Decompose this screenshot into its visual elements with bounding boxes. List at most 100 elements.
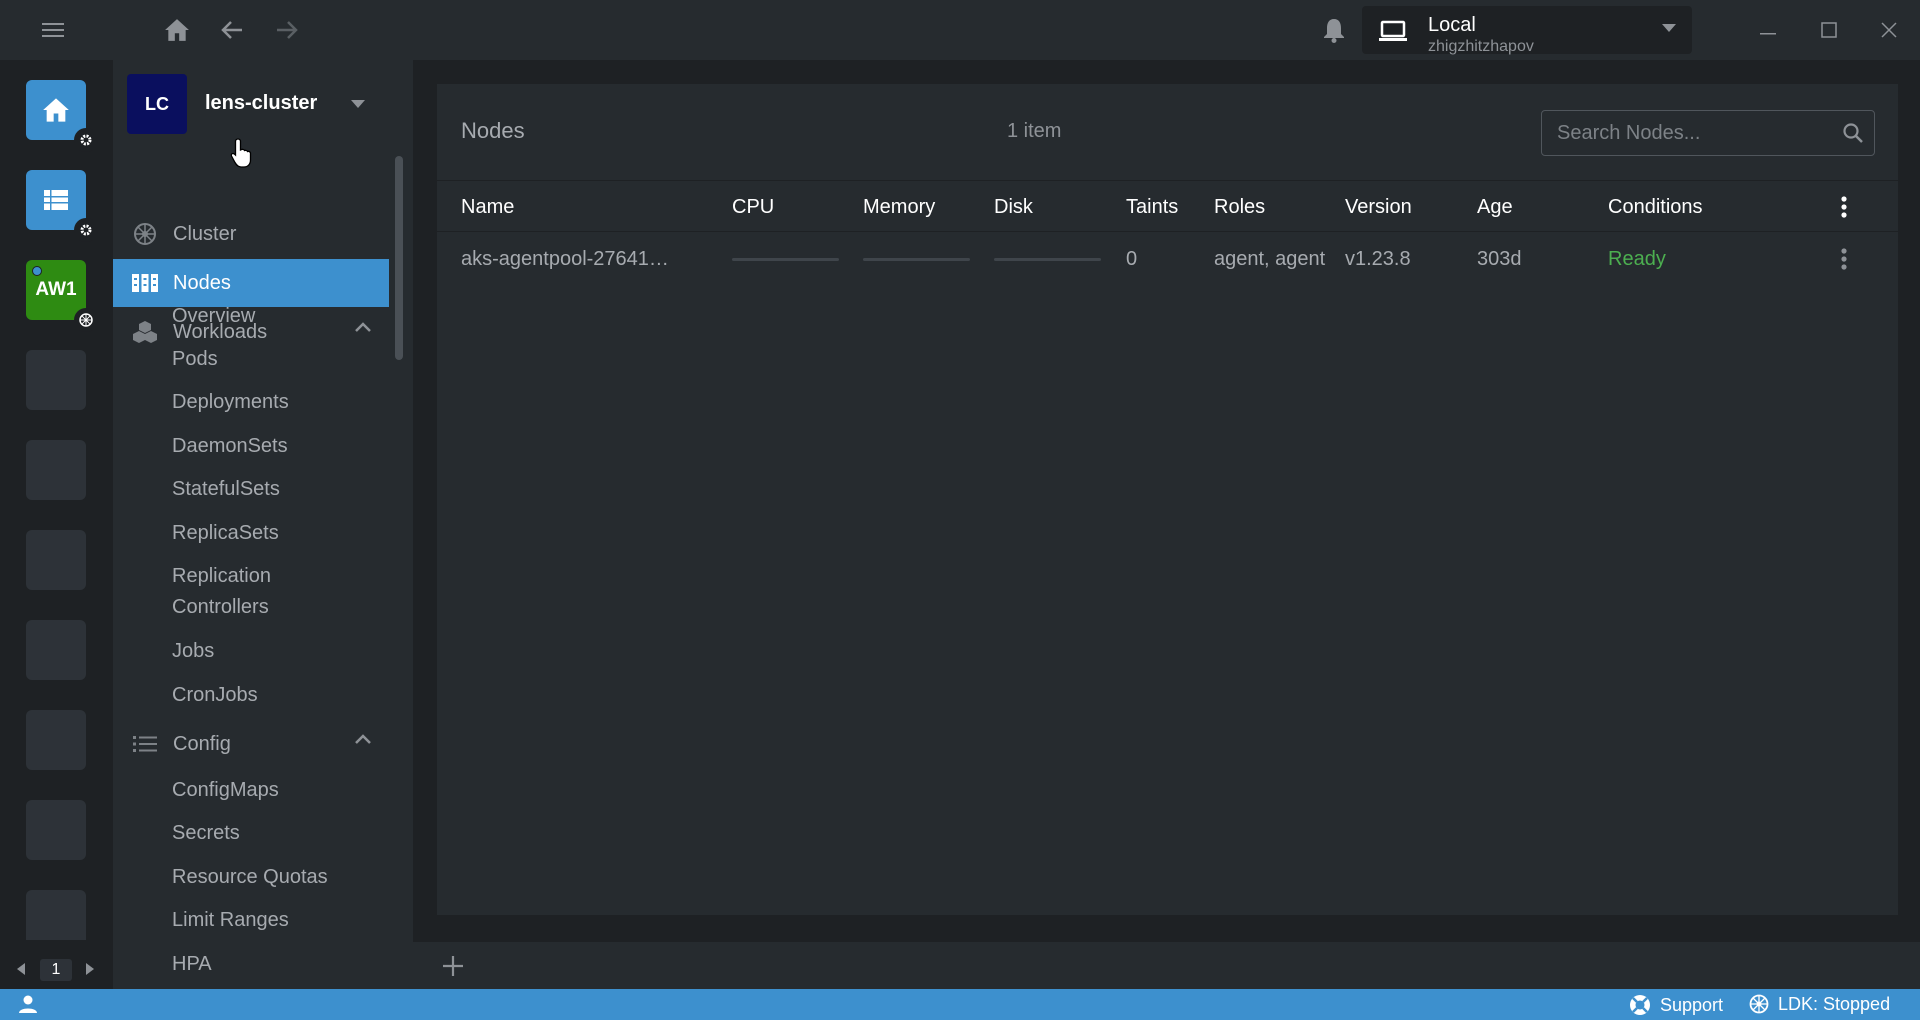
column-header-version[interactable]: Version	[1345, 196, 1412, 219]
plus-icon	[443, 956, 463, 976]
context-subtitle: zhigzhitzhapov	[1428, 38, 1534, 55]
disk-usage-bar	[994, 258, 1101, 261]
column-header-taints[interactable]: Taints	[1126, 196, 1178, 219]
sidebar-item-nodes[interactable]: Nodes	[113, 259, 389, 307]
sidebar: LC lens-cluster Cluster Nodes Workloads …	[113, 60, 413, 989]
sidebar-subitem-deployments[interactable]: Deployments	[172, 387, 372, 418]
gear-icon	[74, 128, 98, 152]
ldk-status-label: LDK: Stopped	[1778, 993, 1891, 1014]
search-input[interactable]	[1542, 111, 1832, 155]
sidebar-subitem-limit-ranges[interactable]: Limit Ranges	[172, 905, 372, 936]
hotbar-empty-slot[interactable]	[26, 440, 86, 500]
sidebar-subitem-secrets[interactable]: Secrets	[172, 818, 372, 849]
caret-down-icon	[1662, 24, 1676, 32]
sidebar-subitem-replicasets[interactable]: ReplicaSets	[172, 518, 372, 549]
hotbar-empty-slot[interactable]	[26, 530, 86, 590]
context-selector[interactable]: Local zhigzhitzhapov	[1362, 6, 1692, 55]
hotbar-empty-slot[interactable]	[26, 620, 86, 680]
sidebar-subitem-resource-quotas[interactable]: Resource Quotas	[172, 862, 372, 893]
sidebar-scrollbar[interactable]	[395, 156, 403, 360]
user-icon[interactable]	[18, 994, 38, 1014]
row-menu-icon[interactable]	[1840, 247, 1848, 271]
list-icon	[44, 190, 68, 210]
sidebar-item-label: Cluster	[173, 222, 237, 245]
node-name: aks-agentpool-27641…	[461, 248, 669, 270]
sidebar-item-label: Config	[173, 732, 231, 755]
column-header-roles[interactable]: Roles	[1214, 196, 1265, 219]
column-header-name[interactable]: Name	[461, 196, 514, 219]
memory-usage-bar	[863, 258, 970, 261]
sidebar-item-label: Nodes	[173, 271, 231, 294]
node-age: 303d	[1477, 248, 1522, 270]
context-title: Local	[1428, 14, 1476, 36]
menu-icon[interactable]	[35, 12, 71, 48]
sidebar-subitem-statefulsets[interactable]: StatefulSets	[172, 474, 372, 505]
hotbar-home[interactable]	[26, 80, 98, 152]
sidebar-item-cluster[interactable]: Cluster	[113, 210, 389, 258]
minimize-window-icon[interactable]	[1750, 12, 1786, 48]
support-link[interactable]: Support	[1628, 993, 1723, 1017]
gear-icon	[74, 218, 98, 242]
node-condition-status: Ready	[1608, 248, 1666, 270]
sidebar-subitem-overview[interactable]: Overview	[172, 301, 372, 332]
page-title: Nodes	[461, 118, 525, 143]
column-header-age[interactable]: Age	[1477, 196, 1513, 219]
sidebar-subitem-daemonsets[interactable]: DaemonSets	[172, 431, 372, 462]
hotbar-empty-slot[interactable]	[26, 800, 86, 860]
home-icon[interactable]	[159, 12, 195, 48]
sidebar-subitem-configmaps[interactable]: ConfigMaps	[172, 775, 372, 806]
laptop-icon	[1378, 18, 1408, 44]
hotbar-empty-slot[interactable]	[26, 710, 86, 770]
column-header-conditions[interactable]: Conditions	[1608, 196, 1703, 219]
hotbar: AW1	[0, 60, 113, 989]
hotbar-empty-slot[interactable]	[26, 890, 86, 940]
top-bar: Local zhigzhitzhapov	[0, 0, 1920, 60]
node-taints: 0	[1126, 248, 1138, 270]
back-arrow-icon[interactable]	[214, 12, 250, 48]
maximize-window-icon[interactable]	[1811, 12, 1847, 48]
ldk-status[interactable]: LDK: Stopped	[1748, 993, 1890, 1015]
nodes-panel: Nodes 1 item Name CPU Memory Disk Taints…	[437, 84, 1898, 915]
chevron-up-icon[interactable]	[355, 734, 371, 744]
status-bar: Support LDK: Stopped	[0, 989, 1920, 1020]
column-header-disk[interactable]: Disk	[994, 196, 1033, 219]
cluster-avatar: LC	[127, 74, 187, 134]
hotbar-catalog[interactable]	[26, 170, 98, 242]
kubernetes-icon	[74, 308, 98, 332]
support-lifebuoy-icon	[1630, 995, 1650, 1015]
caret-left-icon[interactable]	[16, 963, 26, 975]
sidebar-item-config[interactable]: Config	[113, 720, 389, 768]
hotbar-cluster-aw1[interactable]: AW1	[26, 260, 98, 332]
sidebar-subitem-hpa[interactable]: HPA	[172, 949, 372, 980]
forward-arrow-icon[interactable]	[269, 12, 305, 48]
search-box[interactable]	[1541, 110, 1875, 156]
node-version: v1.23.8	[1345, 248, 1411, 270]
table-row[interactable]: aks-agentpool-27641… 0 agent, agent v1.2…	[437, 233, 1898, 285]
item-count: 1 item	[1007, 120, 1062, 142]
table-header: Name CPU Memory Disk Taints Roles Versio…	[437, 180, 1898, 232]
sidebar-subitem-cronjobs[interactable]: CronJobs	[172, 680, 372, 711]
column-header-memory[interactable]: Memory	[863, 196, 935, 219]
hotbar-pager: 1	[0, 954, 113, 984]
cluster-header[interactable]: LC lens-cluster	[127, 74, 397, 134]
sidebar-subitem-replication-controllers[interactable]: Replication Controllers	[172, 561, 322, 623]
sidebar-subitem-jobs[interactable]: Jobs	[172, 636, 372, 667]
notification-bell-icon[interactable]	[1316, 12, 1352, 48]
list-icon	[131, 730, 159, 758]
kubernetes-icon	[1749, 994, 1769, 1014]
column-header-cpu[interactable]: CPU	[732, 196, 774, 219]
hotbar-cluster-label: AW1	[35, 279, 77, 300]
caret-right-icon[interactable]	[85, 963, 95, 975]
add-tab-button[interactable]	[439, 952, 467, 980]
more-vertical-icon[interactable]	[1840, 195, 1848, 219]
caret-down-icon	[351, 100, 365, 108]
hand-cursor-icon	[230, 138, 252, 168]
hotbar-empty-slot[interactable]	[26, 350, 86, 410]
cpu-usage-bar	[732, 258, 839, 261]
nodes-icon	[131, 269, 159, 297]
search-icon[interactable]	[1842, 122, 1864, 144]
sidebar-subitem-pods[interactable]: Pods	[172, 344, 372, 375]
close-window-icon[interactable]	[1871, 12, 1907, 48]
cluster-name: lens-cluster	[205, 92, 318, 114]
hotbar-page-number: 1	[40, 959, 72, 981]
